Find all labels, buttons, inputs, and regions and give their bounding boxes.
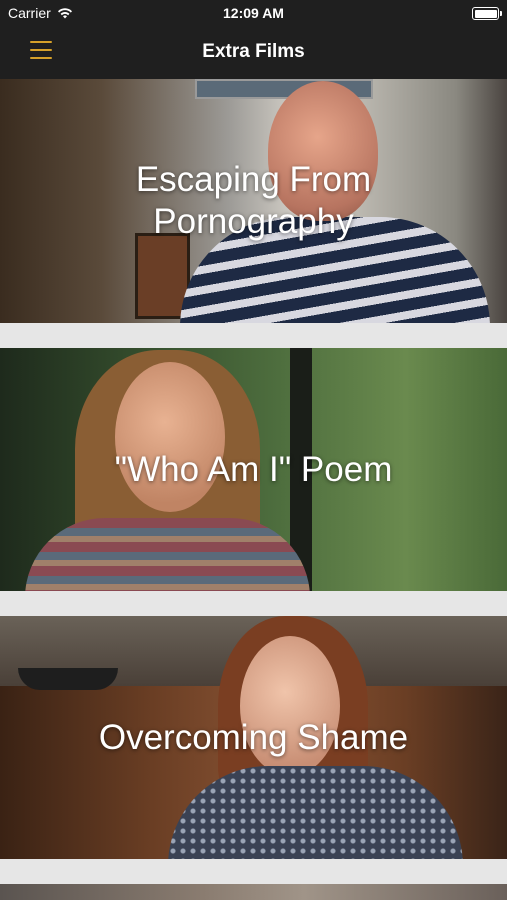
status-bar: Carrier 12:09 AM [0, 0, 507, 27]
film-title-text: Escaping From Pornography [135, 160, 372, 241]
film-title: Overcoming Shame [98, 718, 409, 757]
thumbnail-person-sweater [25, 518, 310, 591]
film-card-who-am-i-poem[interactable]: "Who Am I" Poem [0, 348, 507, 591]
film-card-overcoming-shame[interactable]: Overcoming Shame [0, 616, 507, 859]
status-time: 12:09 AM [223, 5, 284, 21]
navigation-bar: Extra Films [0, 27, 507, 79]
film-list[interactable]: Escaping From Pornography "Who Am I" Poe… [0, 79, 507, 900]
film-card-escaping-from-pornography[interactable]: Escaping From Pornography [0, 79, 507, 323]
film-card-partial[interactable] [0, 884, 507, 900]
film-title: "Who Am I" Poem [114, 450, 393, 489]
battery-icon [472, 7, 502, 20]
thumbnail-person-top [168, 766, 463, 859]
page-title: Extra Films [202, 41, 305, 62]
film-title: Escaping From Pornography [20, 159, 487, 243]
background-bowl [18, 668, 118, 690]
